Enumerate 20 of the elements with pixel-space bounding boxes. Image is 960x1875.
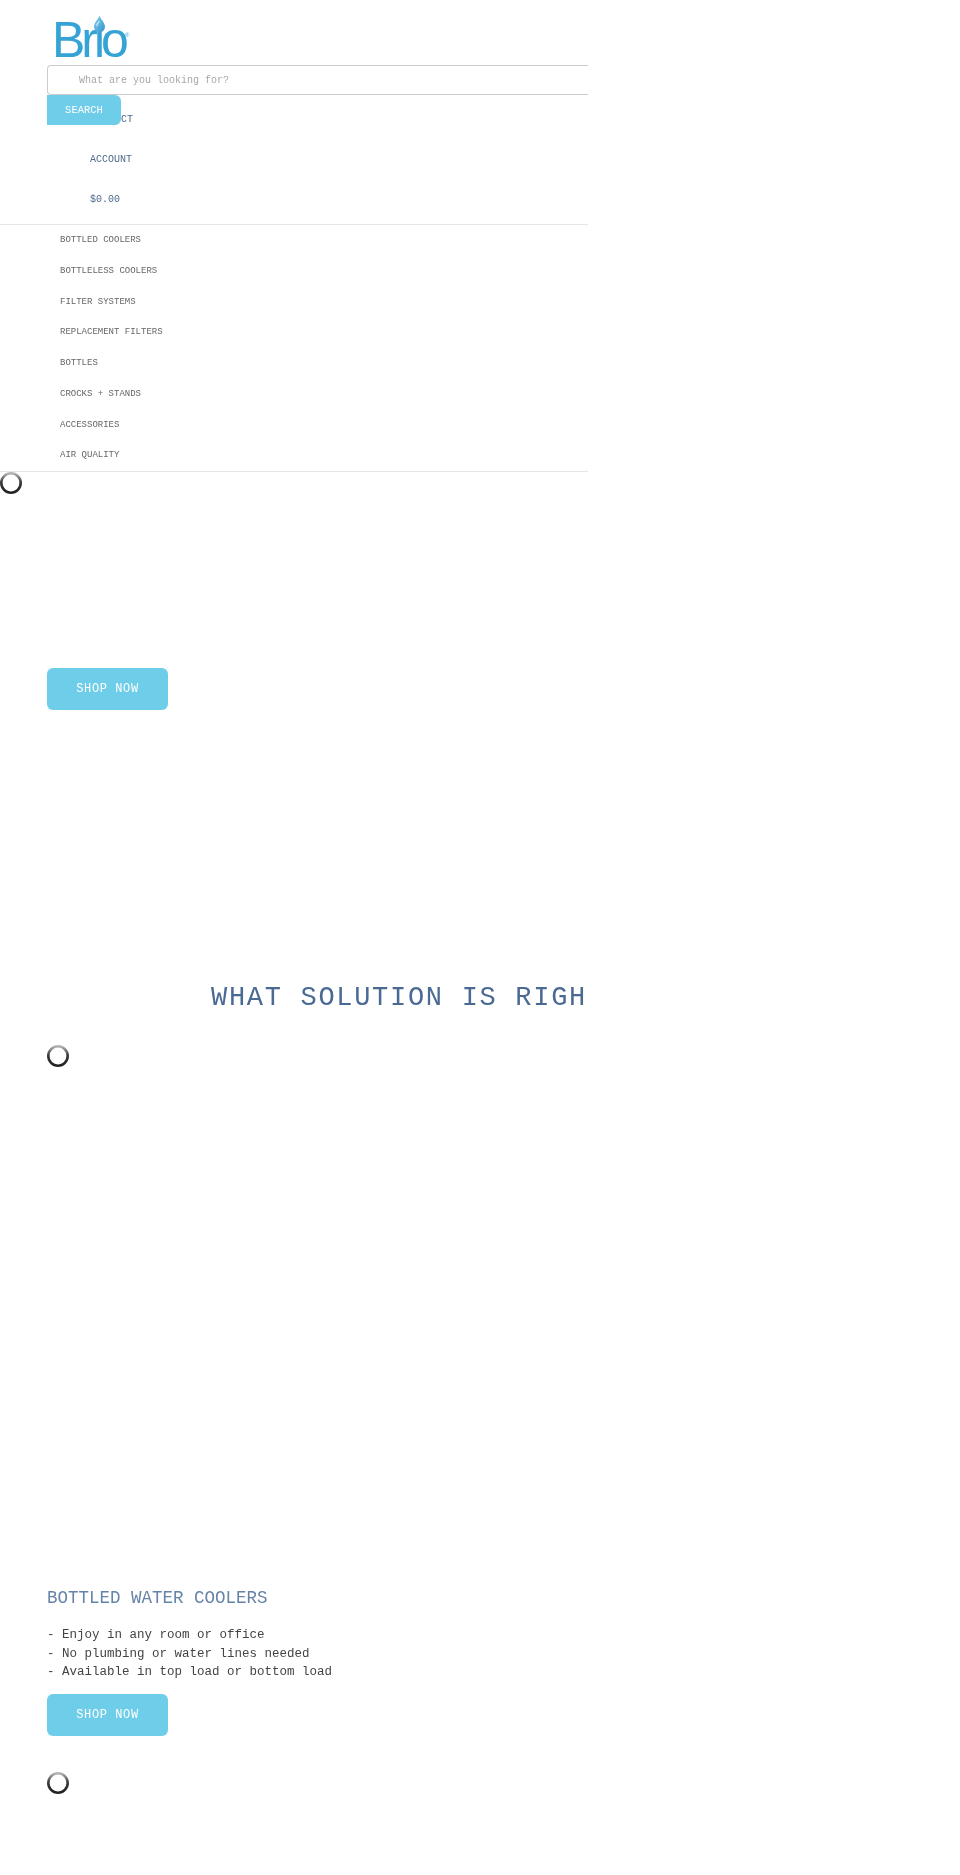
- feature-text: - Available in top load or bottom load: [47, 1664, 333, 1681]
- nav-link[interactable]: BOTTLED COOLERS: [60, 225, 141, 256]
- loading-spinner-icon: [47, 1771, 69, 1794]
- nav-link[interactable]: CROCKS + STANDS: [60, 378, 141, 410]
- nav-link[interactable]: ACCESSORIES: [60, 409, 120, 441]
- nav-link[interactable]: AIR QUALITY: [60, 440, 120, 471]
- nav-link[interactable]: REPLACEMENT FILTERS: [60, 317, 163, 348]
- header-link[interactable]: ACCOUNT: [90, 154, 132, 166]
- section-heading: WHAT SOLUTION IS RIGH: [211, 982, 587, 1014]
- nav-link[interactable]: BOTTLELESS COOLERS: [60, 255, 158, 287]
- loading-spinner-icon: [0, 472, 22, 494]
- header-link[interactable]: $0.00: [90, 194, 120, 206]
- feature-text: - Enjoy in any room or office: [47, 1627, 266, 1644]
- product-heading: BOTTLED WATER COOLERS: [47, 1587, 268, 1609]
- nav-link[interactable]: FILTER SYSTEMS: [60, 286, 136, 318]
- feature-text: - No plumbing or water lines needed: [47, 1645, 311, 1663]
- loading-spinner-icon: [47, 1045, 69, 1067]
- header-link[interactable]: CT: [121, 114, 133, 126]
- nav-link[interactable]: BOTTLES: [60, 348, 98, 379]
- search-field[interactable]: What are you looking for?: [47, 65, 588, 95]
